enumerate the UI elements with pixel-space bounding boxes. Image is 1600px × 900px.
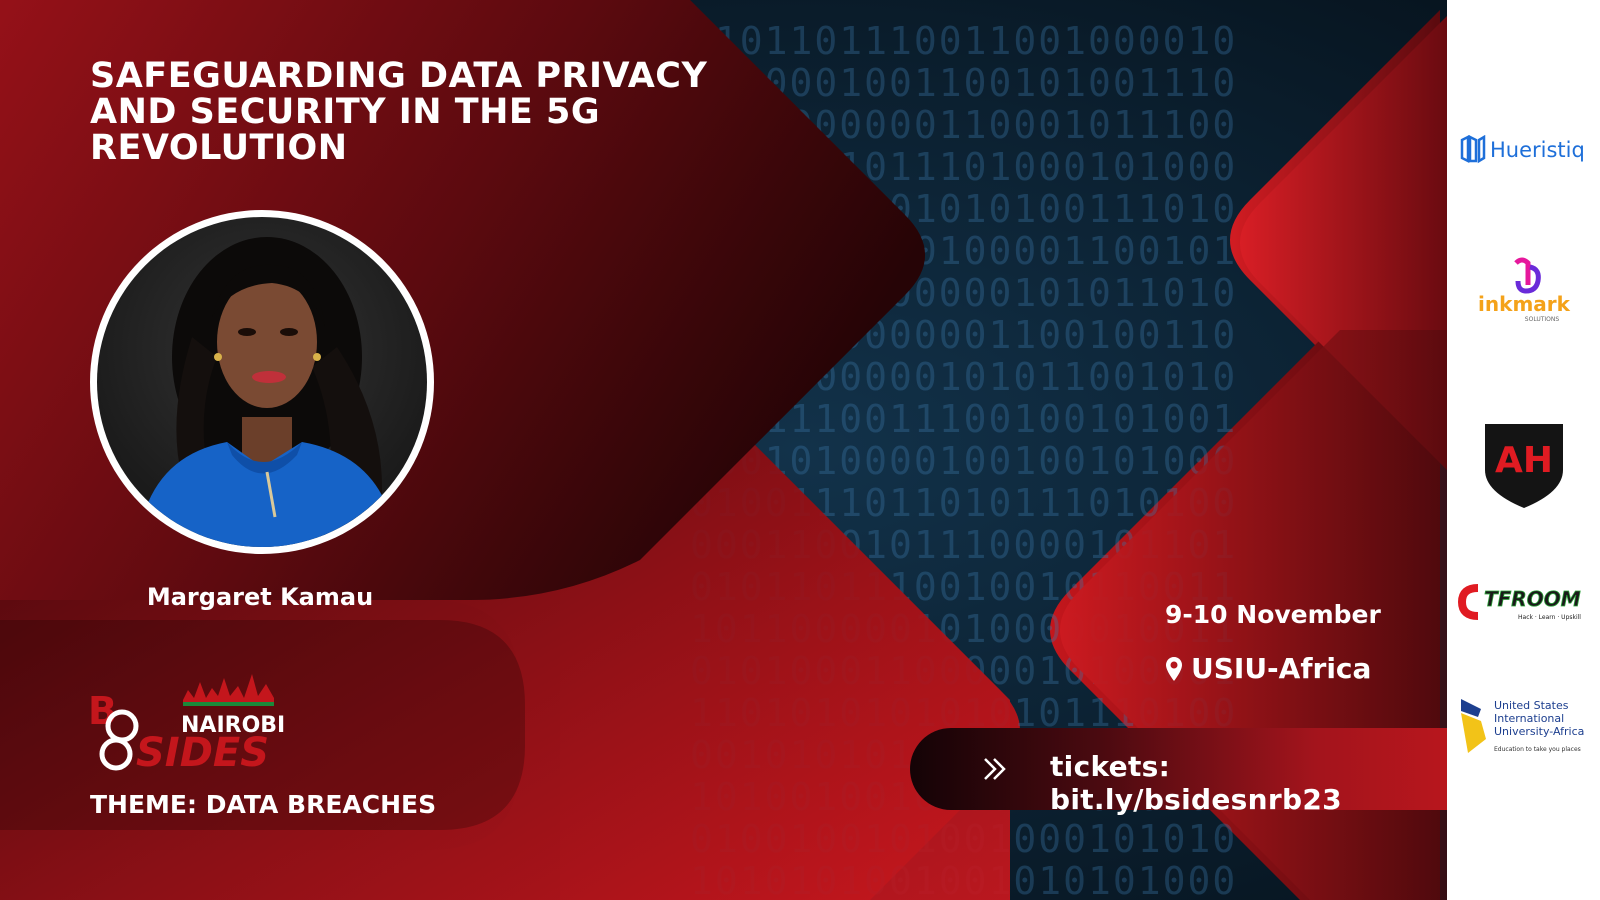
ctfroom-logo: TFROOM Hack · Learn · Upskill (1457, 584, 1581, 621)
sponsor-hueristiq: Hueristiq (1447, 130, 1600, 170)
location-pin-icon (1166, 656, 1182, 681)
event-theme: THEME: DATA BREACHES (90, 790, 437, 819)
sponsor-usiu: United States International University-A… (1447, 695, 1600, 765)
speaker-photo (97, 217, 427, 547)
tickets-banner[interactable]: tickets: bit.ly/bsidesnrb23 (910, 728, 1450, 816)
hueristiq-logo: Hueristiq (1460, 135, 1585, 164)
usiu-africa-logo: United States International University-A… (1461, 699, 1584, 753)
event-venue: USIU-Africa (1165, 652, 1371, 685)
ctfroom-text: TFROOM (1484, 587, 1581, 611)
tickets-link[interactable]: tickets: bit.ly/bsidesnrb23 (1050, 750, 1450, 816)
bsides-logo-graphic: NAIROBI B SIDES (88, 674, 285, 776)
usiu-name-line-3: University-Africa (1494, 725, 1584, 738)
usiu-name-line-1: United States (1494, 699, 1569, 712)
speaker-name: Margaret Kamau (146, 583, 374, 611)
ah-logo-text: AH (1495, 440, 1553, 481)
speaker-photo-frame (90, 210, 434, 554)
inkmark-text: inkmark (1478, 292, 1571, 316)
inkmark-subtext: SOLUTIONS (1524, 316, 1559, 323)
ctfroom-tagline: Hack · Learn · Upskill (1518, 614, 1581, 621)
speaker-portrait-illustration (137, 237, 397, 547)
sponsor-panel: Hueristiq inkmark SOLUTIONS AH TFROOM Ha… (1447, 0, 1600, 900)
hueristiq-text: Hueristiq (1490, 138, 1585, 162)
usiu-name-line-2: International (1494, 712, 1564, 725)
venue-label: USIU-Africa (1191, 652, 1372, 685)
title-line: REVOLUTION (90, 128, 348, 168)
inkmark-logo: inkmark SOLUTIONS (1478, 257, 1571, 323)
sponsor-ctfroom: TFROOM Hack · Learn · Upskill (1447, 582, 1600, 624)
sponsor-ah: AH (1447, 420, 1600, 510)
event-poster: 0101101110011001000010 001000100110010100… (0, 0, 1600, 900)
event-date: 9-10 November (1165, 600, 1381, 629)
title-line: SAFEGUARDING DATA PRIVACY (90, 56, 708, 96)
logo-b-letter: B (88, 689, 117, 733)
double-chevron-right-icon (984, 758, 1006, 780)
talk-title: SAFEGUARDING DATA PRIVACY AND SECURITY I… (90, 58, 730, 166)
logo-sides-text: SIDES (136, 730, 269, 776)
usiu-tagline: Education to take you places (1494, 746, 1581, 753)
ah-shield-logo: AH (1484, 424, 1563, 508)
sponsor-inkmark: inkmark SOLUTIONS (1447, 255, 1600, 330)
bsides-nairobi-logo: NAIROBI B SIDES (88, 668, 298, 778)
title-line: AND SECURITY IN THE 5G (90, 92, 601, 132)
